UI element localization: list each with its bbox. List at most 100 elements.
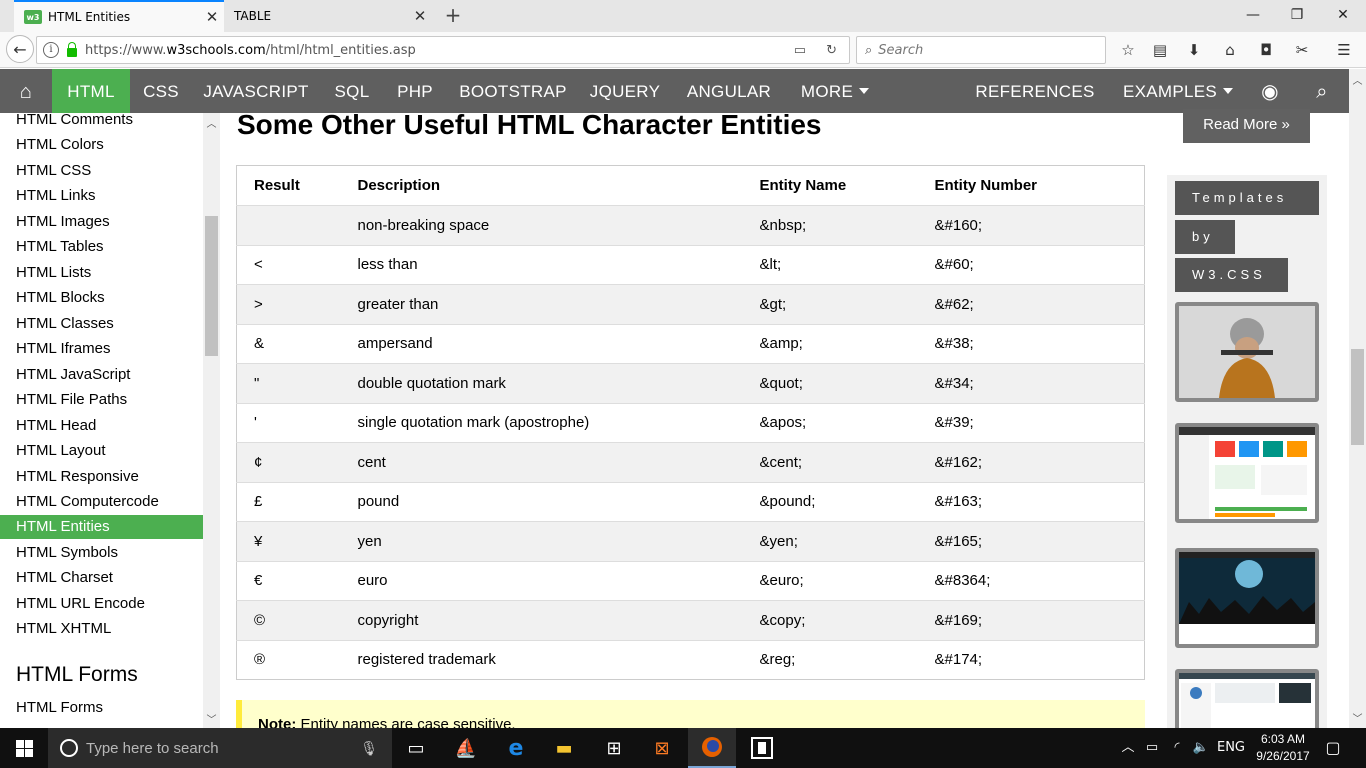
sidebar-item-colors[interactable]: HTML Colors (0, 133, 203, 157)
table-row: ' single quotation mark (apostrophe) &apos… (236, 402, 1145, 443)
table-row: & ampersand &amp; &#38; (236, 323, 1145, 364)
scrollbar-thumb[interactable] (1351, 349, 1364, 445)
show-hidden-icons-icon[interactable]: ︿ (1118, 728, 1138, 768)
sidebar-item-symbols[interactable]: HTML Symbols (0, 541, 203, 565)
tab-html-entities[interactable]: w3 HTML Entities ✕ (14, 0, 224, 32)
page-scrollbar[interactable]: ︿ ﹀ (1349, 69, 1366, 728)
templates-tag[interactable]: by (1175, 220, 1235, 254)
translate-globe-icon[interactable]: ◉ (1252, 69, 1288, 113)
entity-name-cell: &reg; (759, 639, 935, 680)
clock[interactable]: 6:03 AM 9/26/2017 (1248, 731, 1318, 765)
task-view-icon[interactable]: ▭ (392, 728, 440, 768)
sidebar-item-images[interactable]: HTML Images (0, 210, 203, 234)
microphone-icon[interactable]: 🎙 (360, 740, 378, 757)
entity-table: Result Description Entity Name Entity Nu… (236, 165, 1145, 680)
note-box: Note: Entity names are case sensitive. (236, 700, 1145, 728)
sidebar-item-lists[interactable]: HTML Lists (0, 261, 203, 285)
nav-jquery[interactable]: JQUERY (584, 69, 666, 113)
pocket-icon[interactable]: ◘ (1256, 40, 1276, 60)
nav-examples[interactable]: EXAMPLES (1120, 69, 1236, 113)
home-icon[interactable]: ⌂ (1220, 40, 1240, 60)
sidebar-item-responsive[interactable]: HTML Responsive (0, 465, 203, 489)
search-icon[interactable]: ⌕ (1304, 69, 1340, 113)
nav-references[interactable]: REFERENCES (968, 69, 1102, 140)
sidebar-item-layout[interactable]: HTML Layout (0, 439, 203, 463)
xampp-icon[interactable]: ⊠ (638, 728, 686, 768)
sidebar-item-javascript[interactable]: HTML JavaScript (0, 363, 203, 387)
sidebar-item-forms[interactable]: HTML Forms (0, 696, 203, 720)
nav-css[interactable]: CSS (133, 69, 189, 113)
action-center-icon[interactable]: ▢ (1320, 728, 1346, 768)
close-tab-icon[interactable]: ✕ (408, 7, 432, 25)
pinned-app-icon[interactable] (738, 728, 786, 768)
sidebar-item-head[interactable]: HTML Head (0, 414, 203, 438)
templates-tag[interactable]: W3.CSS (1175, 258, 1288, 292)
bookmark-star-icon[interactable]: ☆ (1118, 40, 1138, 60)
menu-icon[interactable]: ☰ (1334, 40, 1354, 60)
sidebar-item-blocks[interactable]: HTML Blocks (0, 286, 203, 310)
nav-sql[interactable]: SQL (327, 69, 377, 113)
templates-tag[interactable]: Templates (1175, 181, 1319, 215)
close-window-button[interactable]: ✕ (1328, 4, 1358, 26)
template-thumbnail[interactable] (1175, 423, 1319, 523)
file-explorer-icon[interactable]: ▬ (540, 728, 588, 768)
file-transfer-app-icon[interactable]: ⛵ (442, 728, 490, 768)
scroll-down-icon[interactable]: ﹀ (203, 711, 220, 726)
template-thumbnail[interactable] (1175, 302, 1319, 402)
site-info-icon[interactable]: i (43, 42, 59, 58)
scrollbar-thumb[interactable] (205, 216, 218, 356)
screenshot-icon[interactable]: ✂ (1292, 40, 1312, 60)
template-thumbnail[interactable] (1175, 548, 1319, 648)
sidebar-item-links[interactable]: HTML Links (0, 184, 203, 208)
home-nav-button[interactable]: ⌂ (0, 69, 52, 113)
minimize-button[interactable]: — (1238, 4, 1268, 26)
reader-view-icon[interactable]: ▭ (794, 43, 806, 58)
search-input[interactable]: ⌕ Search (856, 36, 1106, 64)
caret-down-icon (1033, 134, 1043, 140)
library-icon[interactable]: ▤ (1150, 40, 1170, 60)
download-icon[interactable]: ⬇ (1184, 40, 1204, 60)
sidebar-scrollbar[interactable]: ︿ ﹀ (203, 113, 220, 728)
sidebar-item-css[interactable]: HTML CSS (0, 159, 203, 183)
nav-php[interactable]: PHP (390, 69, 440, 113)
entity-number-cell: &#162; (934, 442, 1145, 482)
sidebar-item-iframes[interactable]: HTML Iframes (0, 337, 203, 361)
taskbar-search-input[interactable]: Type here to search 🎙 (48, 728, 392, 768)
entity-number-cell: &#39; (934, 402, 1145, 443)
firefox-icon[interactable] (688, 728, 736, 768)
sidebar-item-classes[interactable]: HTML Classes (0, 312, 203, 336)
nav-javascript[interactable]: JAVASCRIPT (198, 69, 314, 113)
scroll-up-icon[interactable]: ︿ (1349, 72, 1366, 87)
nav-more[interactable]: MORE (795, 69, 875, 113)
wifi-icon[interactable]: ◜ (1166, 728, 1188, 768)
sidebar-item-charset[interactable]: HTML Charset (0, 566, 203, 590)
sidebar-item-computercode[interactable]: HTML Computercode (0, 490, 203, 514)
sidebar-item-entities[interactable]: HTML Entities (0, 515, 203, 539)
scroll-down-icon[interactable]: ﹀ (1349, 710, 1366, 725)
start-button[interactable] (0, 728, 48, 768)
language-indicator[interactable]: ENG (1216, 728, 1246, 768)
nav-bootstrap[interactable]: BOOTSTRAP (454, 69, 572, 113)
nav-html[interactable]: HTML (52, 69, 130, 113)
read-more-button[interactable]: Read More » (1183, 109, 1310, 143)
reload-icon[interactable]: ↻ (826, 43, 837, 58)
battery-icon[interactable]: ▭ (1142, 728, 1162, 768)
sidebar-item-tables[interactable]: HTML Tables (0, 235, 203, 259)
back-button[interactable]: ← (6, 35, 34, 63)
sidebar-item-comments[interactable]: HTML Comments (0, 113, 203, 132)
entity-number-cell: &#169; (934, 600, 1145, 640)
description-cell: euro (340, 560, 760, 601)
tab-table[interactable]: TABLE ✕ (226, 0, 432, 32)
nav-angular[interactable]: ANGULAR (679, 69, 779, 113)
close-tab-icon[interactable]: ✕ (200, 8, 224, 26)
store-icon[interactable]: ⊞ (590, 728, 638, 768)
edge-browser-icon[interactable]: e (492, 728, 540, 768)
sidebar-item-url-encode[interactable]: HTML URL Encode (0, 592, 203, 616)
new-tab-button[interactable]: + (442, 4, 464, 28)
restore-button[interactable]: ❐ (1282, 4, 1312, 26)
address-bar[interactable]: i https://www.w3schools.com/html/html_en… (36, 36, 850, 64)
sidebar-item-file-paths[interactable]: HTML File Paths (0, 388, 203, 412)
volume-icon[interactable]: 🔈 (1190, 728, 1212, 768)
sidebar-item-xhtml[interactable]: HTML XHTML (0, 617, 203, 641)
scroll-up-icon[interactable]: ︿ (203, 115, 220, 130)
